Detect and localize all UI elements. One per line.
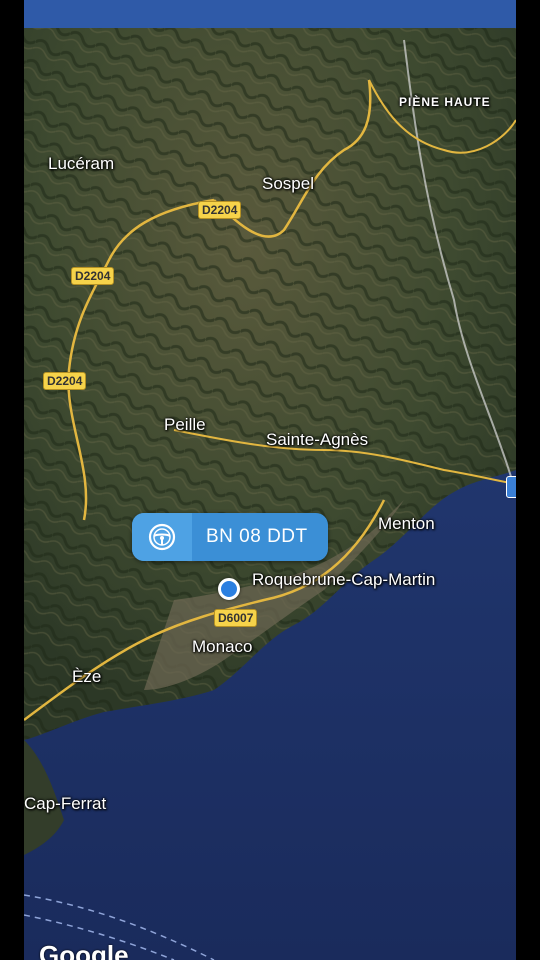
place-label-piene-haute: PIÈNE HAUTE — [399, 95, 491, 109]
place-label-sospel: Sospel — [262, 174, 314, 193]
place-label-sainte-agnes: Sainte-Agnès — [266, 430, 369, 449]
satellite-map[interactable]: PIÈNE HAUTE Lucéram Sospel Peille Sainte… — [24, 0, 516, 960]
place-label-cap-ferrat: Cap-Ferrat — [24, 794, 107, 813]
left-bezel — [0, 0, 24, 960]
road-shield-d2204: D2204 — [198, 201, 242, 219]
google-logo: Google — [39, 940, 129, 960]
road-shield-d2204: D2204 — [43, 372, 87, 390]
edge-marker[interactable] — [506, 476, 516, 498]
map-terrain — [24, 0, 516, 960]
place-label-menton: Menton — [378, 514, 435, 533]
vehicle-plate-label: BN 08 DDT — [206, 526, 308, 547]
steering-wheel-icon — [132, 513, 192, 561]
place-label-peille: Peille — [164, 415, 206, 434]
road-shield-d6007: D6007 — [214, 609, 258, 627]
vehicle-location-dot[interactable] — [218, 578, 240, 600]
place-label-eze: Èze — [72, 667, 102, 686]
top-app-bar — [24, 0, 516, 28]
right-bezel — [516, 0, 540, 960]
place-label-monaco: Monaco — [192, 637, 253, 656]
place-label-roquebrune: Roquebrune-Cap-Martin — [252, 570, 436, 589]
vehicle-marker-bubble[interactable]: BN 08 DDT — [132, 513, 328, 561]
road-shield-d2204: D2204 — [71, 267, 115, 285]
place-label-luceram: Lucéram — [48, 154, 115, 173]
